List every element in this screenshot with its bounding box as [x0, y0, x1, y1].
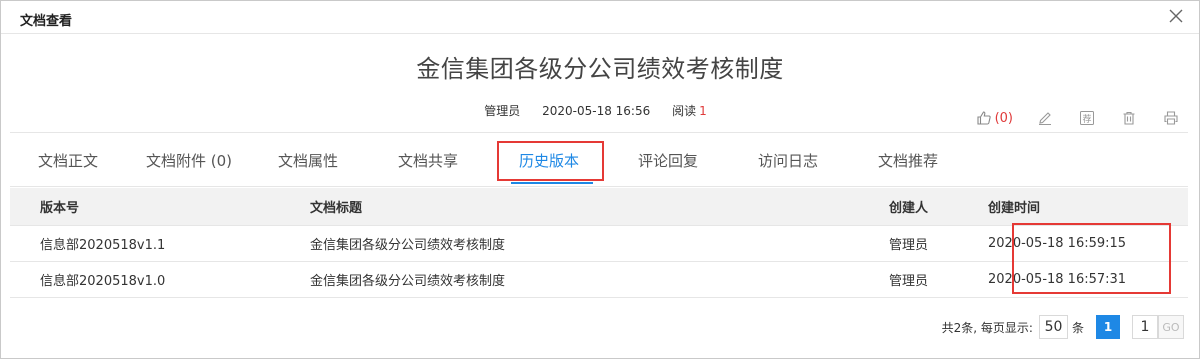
- cell-title: 金信集团各级分公司绩效考核制度: [280, 261, 889, 298]
- table-header-row: 版本号 文档标题 创建人 创建时间: [10, 188, 1188, 226]
- tab-document-body[interactable]: 文档正文: [38, 150, 98, 171]
- cell-creator: 管理员: [889, 261, 988, 298]
- read-count: 1: [699, 104, 707, 118]
- document-title: 金信集团各级分公司绩效考核制度: [416, 55, 784, 83]
- tab-access-log[interactable]: 访问日志: [758, 150, 818, 171]
- like-count: (0): [994, 110, 1013, 126]
- dialog-title: 文档查看: [20, 14, 73, 29]
- print-icon[interactable]: [1161, 108, 1181, 128]
- cell-title: 金信集团各级分公司绩效考核制度: [280, 225, 889, 262]
- header-creator: 创建人: [889, 188, 988, 226]
- goto-page-input[interactable]: 1: [1132, 315, 1158, 339]
- like-button[interactable]: (0): [976, 110, 1013, 126]
- dialog-titlebar: 文档查看: [1, 1, 1199, 34]
- tab-properties[interactable]: 文档属性: [278, 150, 338, 171]
- page-1-button[interactable]: 1: [1096, 315, 1120, 339]
- highlight-box-tab: [497, 141, 604, 181]
- document-actions: (0) 荐: [976, 108, 1181, 128]
- tab-attachments[interactable]: 文档附件 (0): [146, 150, 232, 171]
- recommend-glyph: 荐: [1082, 114, 1091, 125]
- close-icon[interactable]: [1167, 7, 1185, 25]
- pager-summary: 共2条, 每页显示:: [941, 320, 1033, 335]
- go-button[interactable]: GO: [1158, 315, 1184, 339]
- created-datetime: 2020-05-18 16:56: [542, 104, 651, 118]
- edit-icon[interactable]: [1035, 108, 1055, 128]
- read-label: 阅读: [672, 104, 697, 118]
- cell-version: 信息部2020518v1.0: [10, 261, 280, 298]
- page-size-select[interactable]: 50: [1038, 315, 1068, 339]
- recommend-icon[interactable]: 荐: [1077, 108, 1097, 128]
- active-tab-indicator: [511, 182, 593, 184]
- author: 管理员: [484, 104, 521, 118]
- tab-comments[interactable]: 评论回复: [638, 150, 698, 171]
- delete-icon[interactable]: [1119, 108, 1139, 128]
- header-version: 版本号: [10, 188, 280, 226]
- header-title: 文档标题: [280, 188, 889, 226]
- header-created-time: 创建时间: [988, 188, 1188, 226]
- cell-version: 信息部2020518v1.1: [10, 225, 280, 262]
- tab-recommendations[interactable]: 文档推荐: [878, 150, 938, 171]
- cell-creator: 管理员: [889, 225, 988, 262]
- pagination: 共2条, 每页显示: 50 条 1 1 GO: [942, 315, 1184, 339]
- read-info: 阅读 1: [672, 104, 716, 118]
- highlight-box-time: [1012, 223, 1171, 294]
- tab-sharing[interactable]: 文档共享: [398, 150, 458, 171]
- thumbs-up-icon: [977, 111, 991, 125]
- pager-unit: 条: [1071, 320, 1084, 335]
